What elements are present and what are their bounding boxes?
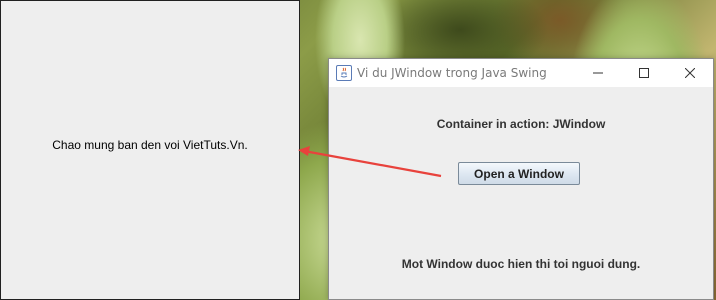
annotation-arrow [298,146,442,178]
